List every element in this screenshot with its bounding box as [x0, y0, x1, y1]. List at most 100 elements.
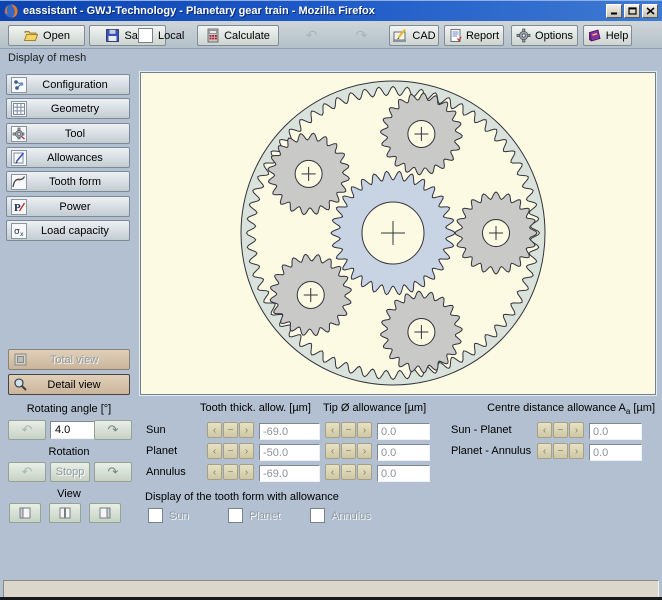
view-single-right-button[interactable]: [89, 503, 121, 523]
sun-tip-value[interactable]: [377, 423, 430, 440]
planet-annulus-centre-stepper: ‹ − ›: [537, 443, 584, 459]
planet-tip-value[interactable]: [377, 444, 430, 461]
cad-button[interactable]: CAD: [389, 25, 439, 46]
row-label-sun: Sun: [146, 424, 166, 436]
view-label: View: [57, 488, 81, 500]
status-bar: [3, 580, 659, 598]
calculate-button[interactable]: Calculate: [197, 25, 279, 46]
planet-tooth-thick-value[interactable]: [259, 444, 320, 461]
planet-checkbox-box[interactable]: [228, 508, 243, 523]
rotation-cw-button[interactable]: ↷: [94, 462, 132, 482]
sidebar-item-tooth-form[interactable]: Tooth form: [6, 171, 130, 192]
maximize-button[interactable]: [624, 4, 640, 18]
stepper-dec-button[interactable]: ‹: [537, 443, 552, 459]
stepper-dec-button[interactable]: ‹: [325, 464, 340, 480]
annulus-display-checkbox[interactable]: Annulus: [310, 508, 371, 523]
redo-icon: ↷: [355, 27, 368, 43]
sidebar-item-power[interactable]: P Power: [6, 196, 130, 217]
window-title: eassistant - GWJ-Technology - Planetary …: [23, 5, 375, 17]
options-label: Options: [535, 29, 573, 42]
close-button[interactable]: [642, 4, 658, 18]
rotate-ccw-icon: ↶: [21, 422, 33, 437]
rotating-angle-label: Rotating angle [°]: [26, 403, 112, 415]
stepper-dec-button[interactable]: ‹: [325, 422, 340, 438]
detail-view-button[interactable]: Detail view: [8, 374, 130, 395]
local-checkbox[interactable]: Local: [138, 25, 184, 46]
local-checkbox-box[interactable]: [138, 28, 153, 43]
stepper-reset-button[interactable]: −: [341, 443, 356, 459]
planet-annulus-centre-value[interactable]: [589, 444, 642, 461]
stepper-inc-button[interactable]: ›: [239, 464, 254, 480]
single-pane-icon: [99, 507, 111, 519]
rotation-ccw-icon: ↶: [21, 464, 33, 479]
rotation-ccw-button[interactable]: ↶: [8, 462, 46, 482]
stepper-inc-button[interactable]: ›: [569, 422, 584, 438]
section-header: Display of mesh: [0, 48, 662, 67]
view-single-left-button[interactable]: [9, 503, 41, 523]
save-icon: [106, 29, 120, 42]
local-label: Local: [158, 29, 185, 42]
minimize-button[interactable]: [606, 4, 622, 18]
help-button[interactable]: Help: [583, 25, 632, 46]
geometry-icon: [11, 101, 27, 117]
stepper-inc-button[interactable]: ›: [239, 443, 254, 459]
rotate-angle-cw-button[interactable]: ↷: [94, 420, 132, 440]
undo-icon: ↶: [305, 27, 318, 43]
sun-display-checkbox[interactable]: Sun: [148, 508, 189, 523]
sidebar-item-geometry[interactable]: Geometry: [6, 98, 130, 119]
open-icon: [23, 30, 39, 41]
sun-planet-centre-value[interactable]: [589, 423, 642, 440]
annulus-tip-value[interactable]: [377, 465, 430, 482]
report-icon: [450, 29, 462, 42]
sidebar-item-tool[interactable]: Tool: [6, 123, 130, 144]
options-button[interactable]: Options: [511, 25, 578, 46]
annulus-checkbox-box[interactable]: [310, 508, 325, 523]
single-pane-icon: [19, 507, 31, 519]
stepper-reset-button[interactable]: −: [553, 422, 568, 438]
stepper-inc-button[interactable]: ›: [239, 422, 254, 438]
undo-button[interactable]: ↶: [288, 25, 335, 46]
stepper-dec-button[interactable]: ‹: [207, 464, 222, 480]
stepper-inc-button[interactable]: ›: [357, 422, 372, 438]
power-icon: P: [11, 199, 27, 215]
stepper-reset-button[interactable]: −: [341, 422, 356, 438]
sidebar-item-load-capacity[interactable]: σx Load capacity: [6, 220, 130, 241]
annulus-tooth-thick-value[interactable]: [259, 465, 320, 482]
stepper-dec-button[interactable]: ‹: [325, 443, 340, 459]
rotation-cw-icon: ↷: [107, 464, 119, 479]
tool-icon: [11, 126, 27, 142]
stepper-reset-button[interactable]: −: [223, 464, 238, 480]
stepper-inc-button[interactable]: ›: [357, 464, 372, 480]
sun-tooth-thick-value[interactable]: [259, 423, 320, 440]
stepper-inc-button[interactable]: ›: [357, 443, 372, 459]
planet-display-checkbox[interactable]: Planet: [228, 508, 280, 523]
report-button[interactable]: Report: [444, 25, 504, 46]
sidebar-item-configuration[interactable]: Configuration: [6, 74, 130, 95]
help-icon: [588, 29, 601, 42]
annulus-tip-stepper: ‹ − ›: [325, 464, 372, 480]
sidebar-item-allowances[interactable]: Allowances: [6, 147, 130, 168]
firefox-icon: [3, 3, 19, 19]
total-view-button[interactable]: Total view: [8, 349, 130, 370]
view-split-button[interactable]: [49, 503, 81, 523]
open-button[interactable]: Open: [8, 25, 85, 46]
rotation-stop-button[interactable]: Stopp: [50, 462, 90, 482]
stepper-dec-button[interactable]: ‹: [537, 422, 552, 438]
rotating-angle-input[interactable]: [50, 421, 96, 439]
sun-checkbox-box[interactable]: [148, 508, 163, 523]
stepper-inc-button[interactable]: ›: [569, 443, 584, 459]
redo-button[interactable]: ↷: [338, 25, 385, 46]
help-label: Help: [605, 29, 629, 42]
calculate-label: Calculate: [224, 29, 270, 42]
stepper-reset-button[interactable]: −: [341, 464, 356, 480]
planet-tooth-thick-stepper: ‹ − ›: [207, 443, 254, 459]
magnifier-icon: [13, 377, 28, 392]
open-label: Open: [43, 29, 70, 42]
stepper-dec-button[interactable]: ‹: [207, 443, 222, 459]
stepper-reset-button[interactable]: −: [553, 443, 568, 459]
rotate-angle-ccw-button[interactable]: ↶: [8, 420, 46, 440]
total-view-icon: [13, 352, 28, 367]
stepper-reset-button[interactable]: −: [223, 443, 238, 459]
stepper-dec-button[interactable]: ‹: [207, 422, 222, 438]
stepper-reset-button[interactable]: −: [223, 422, 238, 438]
